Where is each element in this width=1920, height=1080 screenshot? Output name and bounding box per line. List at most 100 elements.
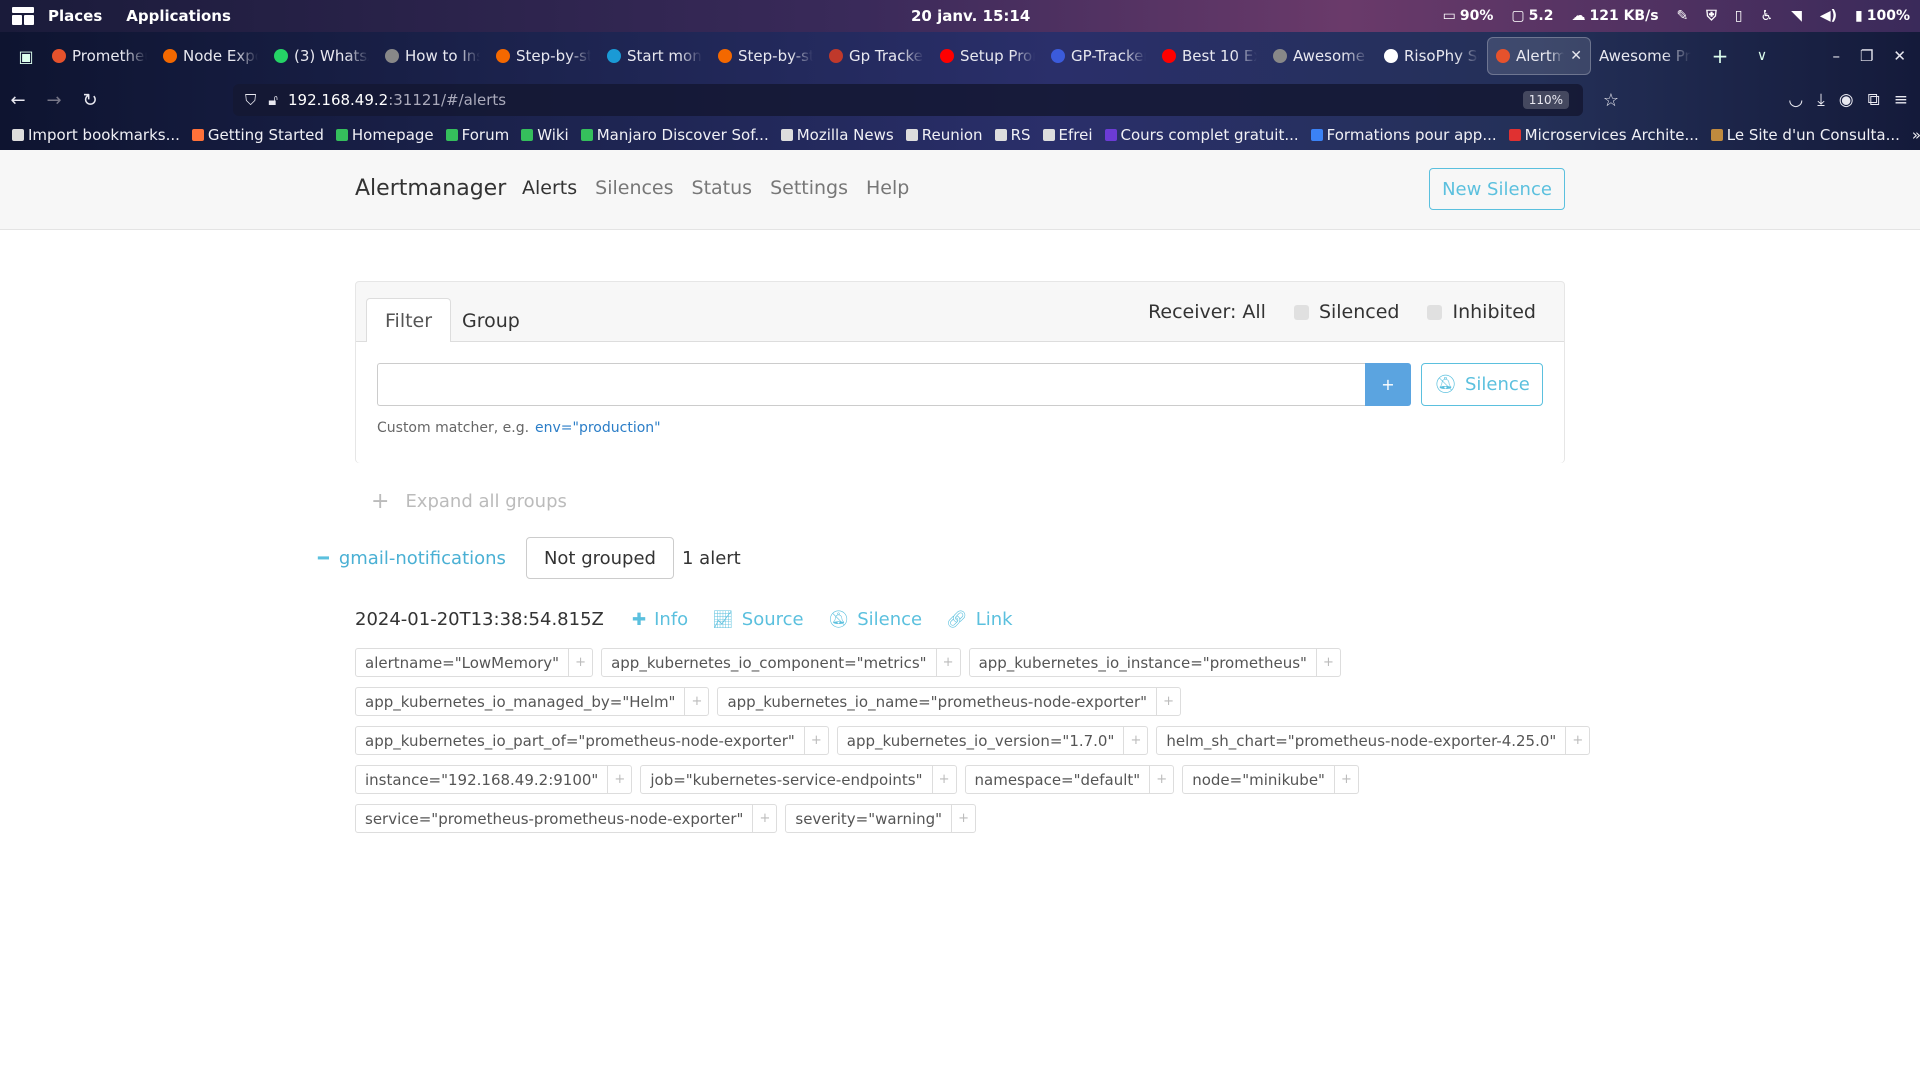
volume-icon[interactable]: ◀) [1820,8,1837,24]
bookmark-item[interactable]: Forum [445,126,509,144]
bookmark-item[interactable]: Le Site d'un Consulta... [1710,126,1900,144]
bookmark-item[interactable]: Cours complet gratuit... [1104,126,1299,144]
inhibited-checkbox[interactable]: Inhibited [1427,301,1536,323]
battery-indicator[interactable]: ▮ 100% [1855,8,1910,24]
example-matcher-link[interactable]: env="production" [535,420,661,436]
back-icon[interactable]: ← [0,90,36,111]
shield-icon[interactable]: ⛨ [1706,8,1717,24]
battery-saver-indicator[interactable]: ▭ 90% [1443,8,1494,24]
url-bar[interactable]: ⛉ 🔓︎ 192.168.49.2:31121/#/alerts 110% ☆ [233,84,1619,116]
add-label-filter-button[interactable]: + [1333,766,1358,793]
brand[interactable]: Alertmanager [355,176,506,201]
tab-overview-icon[interactable]: ▣ [8,47,44,66]
add-label-filter-button[interactable]: + [803,727,828,754]
add-label-filter-button[interactable]: + [752,805,776,832]
receiver-selector[interactable]: Receiver: All [1148,301,1266,323]
list-tabs-icon[interactable]: ∨ [1744,48,1780,64]
add-label-filter-button[interactable]: + [607,766,631,793]
bookmark-item[interactable]: Reunion [905,126,983,144]
bookmark-item[interactable]: Microservices Archite... [1508,126,1699,144]
applications-menu[interactable]: Applications [126,7,231,25]
app-menu-icon[interactable] [12,7,34,25]
extensions-icon[interactable]: ⧉ [1868,90,1880,110]
browser-tab[interactable]: GP-Tracker [1043,37,1154,75]
bookmark-item[interactable]: Manjaro Discover Sof... [580,126,769,144]
clipboard-icon[interactable]: ▯ [1735,8,1743,24]
tab-filter[interactable]: Filter [366,298,452,343]
expand-all-groups[interactable]: + Expand all groups [371,489,567,514]
bookmark-item[interactable]: Import bookmarks... [12,126,180,144]
download-icon[interactable]: ⤓ [1817,90,1825,110]
clock[interactable]: 20 janv. 15:14 [911,7,1030,25]
minimize-icon[interactable]: – [1832,47,1840,65]
add-label-filter-button[interactable]: + [1315,649,1340,676]
hamburger-menu-icon[interactable]: ≡ [1894,90,1908,110]
accessibility-icon[interactable]: ♿ [1761,8,1774,24]
silence-filter-button[interactable]: 🔕︎ Silence [1421,363,1543,406]
browser-tab[interactable]: Step-by-step [488,37,599,75]
tab-awesome[interactable]: Awesome Pr [1591,37,1702,75]
nav-help[interactable]: Help [866,177,909,199]
add-label-filter-button[interactable]: + [684,688,708,715]
add-label-filter-button[interactable]: + [1156,688,1180,715]
load-indicator[interactable]: ▢ 5.2 [1511,8,1553,24]
browser-tab[interactable]: Start monitoring [599,37,710,75]
source-button[interactable]: 📈︎ Source [712,609,803,630]
nav-alerts[interactable]: Alerts [522,177,577,199]
browser-tab[interactable]: Step-by-step [710,37,821,75]
add-label-filter-button[interactable]: + [1565,727,1589,754]
checkbox-box[interactable] [1427,304,1443,320]
nav-silences[interactable]: Silences [595,177,673,199]
account-icon[interactable]: ◉ [1839,90,1854,110]
collapse-icon[interactable]: ━ [318,548,329,569]
bookmark-item[interactable]: Homepage [335,126,434,144]
bookmark-item[interactable]: Efrei [1042,126,1093,144]
silenced-checkbox[interactable]: Silenced [1293,301,1399,323]
forward-icon[interactable]: → [36,90,72,111]
browser-tab[interactable]: How to Install [377,37,488,75]
lock-icon[interactable]: 🔓︎ [268,91,278,109]
browser-tab[interactable]: (3) WhatsApp [266,37,377,75]
bookmark-item[interactable]: RS [994,126,1031,144]
browser-tab[interactable]: Gp Tracker [821,37,932,75]
nav-status[interactable]: Status [692,177,753,199]
new-tab-icon[interactable]: + [1702,44,1738,68]
info-button[interactable]: ✚ Info [632,609,688,630]
browser-tab[interactable]: Prometheus [44,37,155,75]
shield-icon[interactable]: ⛉ [245,91,256,109]
add-label-filter-button[interactable]: + [1149,766,1173,793]
nav-settings[interactable]: Settings [770,177,848,199]
add-matcher-button[interactable]: + [1365,363,1411,406]
browser-tab[interactable]: Awesome Prometheus [1265,37,1376,75]
bookmark-item[interactable]: Getting Started [191,126,324,144]
bookmark-item[interactable]: Mozilla News [780,126,894,144]
checkbox-box[interactable] [1293,304,1309,320]
zoom-level[interactable]: 110% [1522,91,1569,109]
tab-alertmanager[interactable]: Alertmanager ✕ [1487,37,1591,75]
wifi-icon[interactable]: ◥ [1791,8,1802,24]
close-window-icon[interactable]: ✕ [1893,47,1906,65]
silence-alert-button[interactable]: 🔕︎ Silence [828,609,922,630]
add-label-filter-button[interactable]: + [935,649,960,676]
close-tab-icon[interactable]: ✕ [1570,48,1582,64]
places-menu[interactable]: Places [48,7,102,25]
bookmark-item[interactable]: Formations pour app... [1310,126,1497,144]
receiver-name[interactable]: gmail-notifications [339,548,506,569]
more-bookmarks-icon[interactable]: » [1912,126,1920,144]
network-speed-indicator[interactable]: ☁ 121 KB/s [1571,8,1658,24]
link-button[interactable]: 🔗︎ Link [946,609,1012,630]
add-label-filter-button[interactable]: + [568,649,592,676]
browser-tab[interactable]: Setup Prometheus [932,37,1043,75]
add-label-filter-button[interactable]: + [931,766,956,793]
browser-tab[interactable]: RisoPhy Software [1376,37,1487,75]
add-label-filter-button[interactable]: + [1123,727,1147,754]
add-label-filter-button[interactable]: + [951,805,975,832]
restore-icon[interactable]: ❐ [1860,47,1873,65]
bookmark-star-icon[interactable]: ☆ [1603,90,1619,111]
paperclip-icon[interactable]: ✎ [1677,8,1689,24]
tab-group[interactable]: Group [444,298,538,343]
browser-tab[interactable]: Node Exporter [155,37,266,75]
pocket-icon[interactable]: ◡ [1788,90,1803,110]
reload-icon[interactable]: ↻ [72,90,108,111]
bookmark-item[interactable]: Wiki [521,126,569,144]
